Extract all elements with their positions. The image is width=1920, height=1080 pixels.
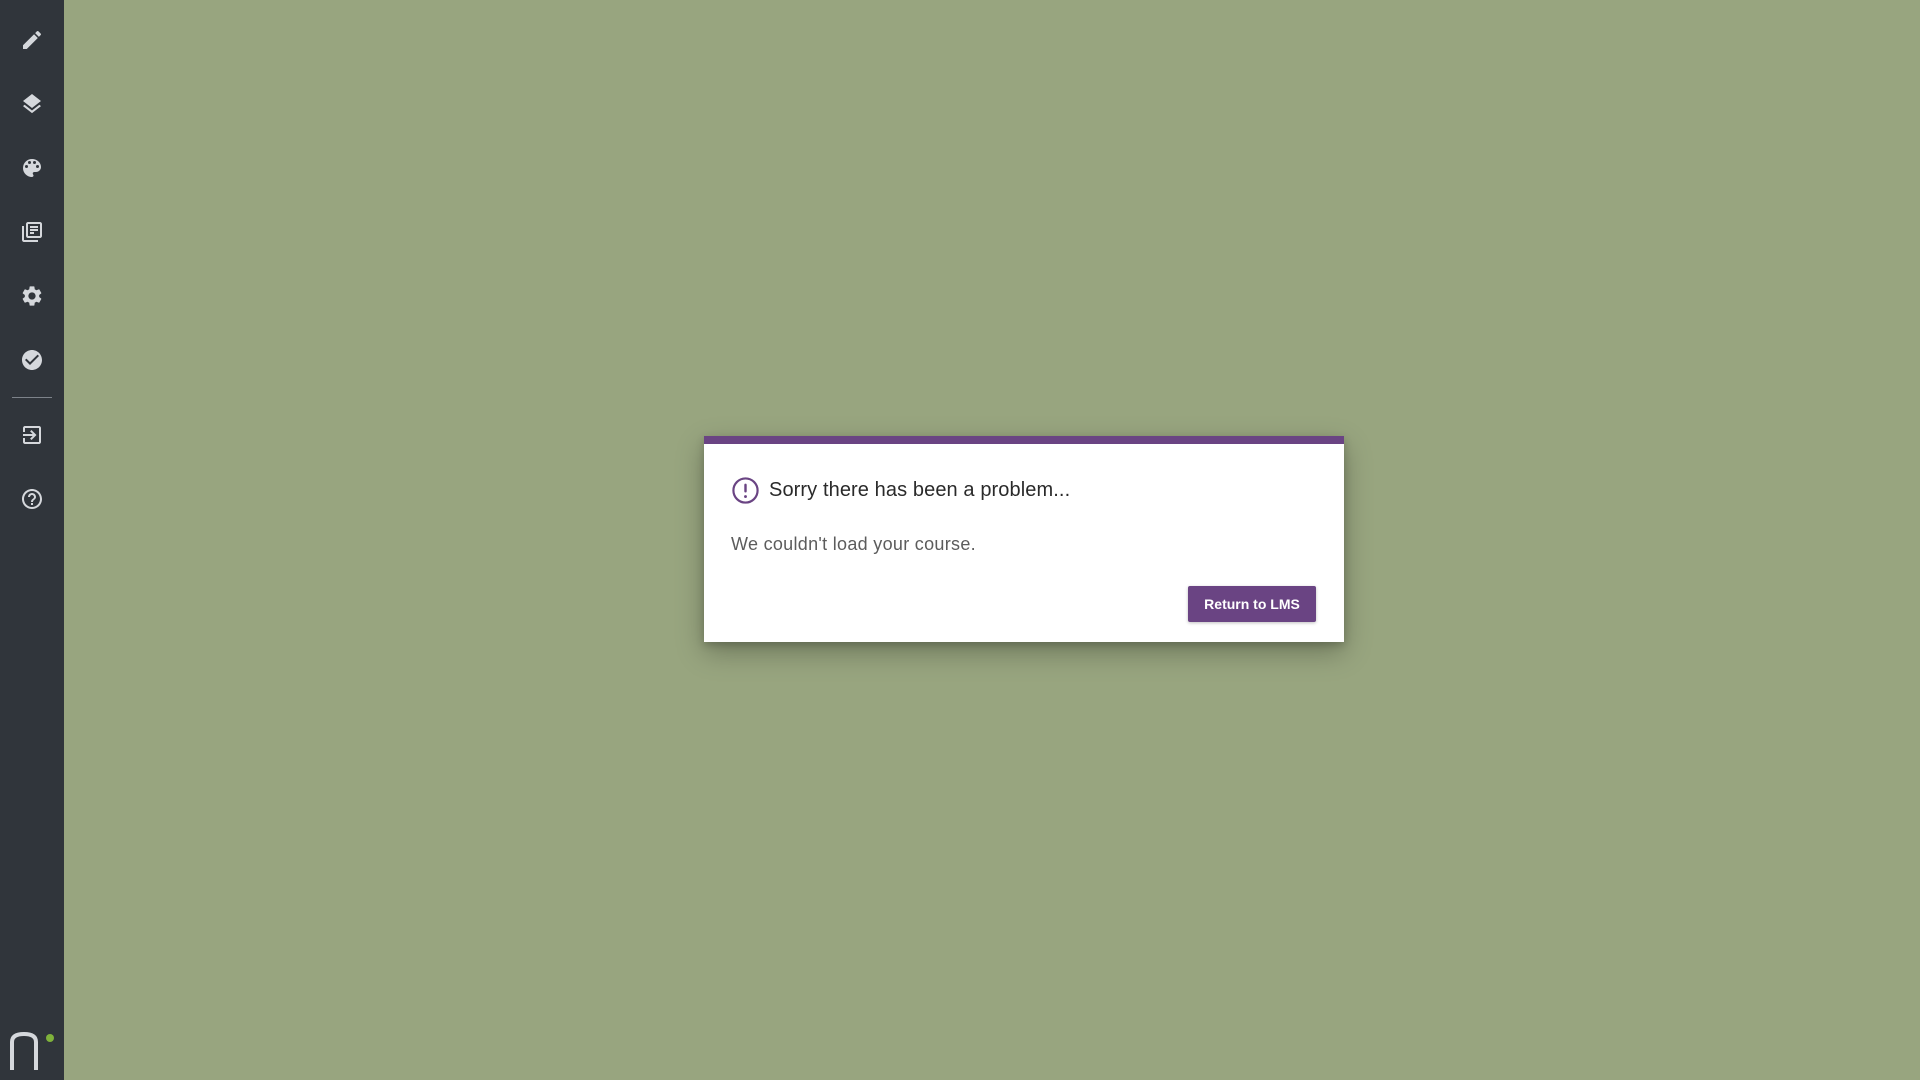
dialog-message: We couldn't load your course. xyxy=(731,534,976,554)
main-canvas: Sorry there has been a problem... We cou… xyxy=(64,0,1920,1080)
sidebar-item-library[interactable] xyxy=(0,204,64,260)
library-icon xyxy=(22,222,42,242)
sidebar-item-layers[interactable] xyxy=(0,76,64,132)
sidebar-item-help[interactable] xyxy=(0,471,64,527)
pencil-icon xyxy=(23,30,42,49)
sidebar-item-edit[interactable] xyxy=(0,12,64,68)
sidebar-item-exit[interactable] xyxy=(0,407,64,463)
palette-icon xyxy=(23,159,41,177)
help-icon xyxy=(22,489,42,509)
gear-icon xyxy=(22,286,42,306)
dialog-header: Sorry there has been a problem... xyxy=(731,476,1070,504)
status-dot xyxy=(46,1034,54,1042)
return-to-lms-button[interactable]: Return to LMS xyxy=(1188,586,1316,622)
dialog-title: Sorry there has been a problem... xyxy=(769,478,1071,501)
sidebar-divider xyxy=(12,397,52,398)
error-dialog: Sorry there has been a problem... We cou… xyxy=(704,436,1344,642)
check-circle-icon xyxy=(22,350,42,370)
sidebar-item-settings[interactable] xyxy=(0,268,64,324)
sidebar-item-theme[interactable] xyxy=(0,140,64,196)
sidebar xyxy=(0,0,64,1080)
exit-icon xyxy=(23,426,41,444)
layers-icon xyxy=(23,94,41,114)
sidebar-item-publish[interactable] xyxy=(0,332,64,388)
exclamation-circle-icon xyxy=(732,476,759,504)
